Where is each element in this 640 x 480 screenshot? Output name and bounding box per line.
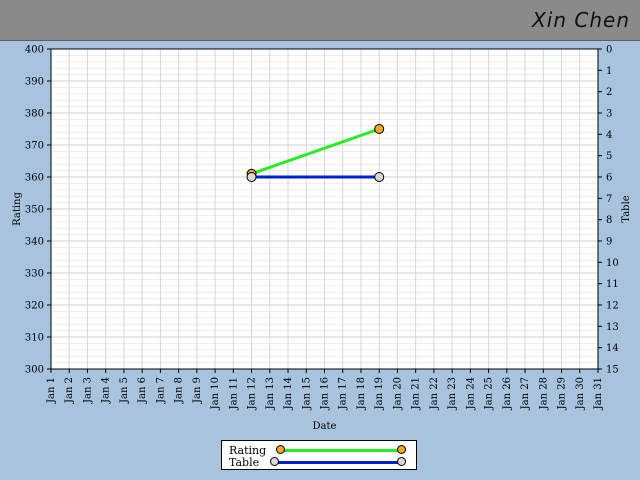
x-tick-label: Jan 13: [265, 377, 276, 410]
y-axis-title: Rating: [12, 192, 23, 226]
y-tick-label: 400: [25, 45, 44, 56]
y2-tick-label: 15: [606, 365, 619, 376]
x-tick-label: Jan 16: [320, 377, 331, 410]
x-tick-label: Jan 11: [228, 377, 239, 410]
y2-tick-label: 12: [606, 301, 619, 312]
y2-tick-label: 14: [606, 343, 619, 354]
data-point-rating: [374, 124, 385, 134]
x-tick-label: Jan 2: [64, 377, 75, 404]
y2-tick-label: 0: [606, 45, 612, 56]
y2-axis-title: Table: [621, 195, 632, 222]
x-tick-label: Jan 12: [247, 377, 258, 410]
x-tick-label: Jan 3: [82, 377, 93, 404]
y2-tick-label: 7: [606, 194, 612, 205]
x-tick-label: Jan 6: [137, 377, 148, 404]
y-tick-label: 300: [25, 365, 44, 376]
y2-tick-label: 4: [606, 130, 612, 141]
legend-line-table: [278, 461, 402, 464]
data-point-table: [374, 172, 385, 182]
x-tick-label: Jan 17: [338, 377, 349, 410]
x-tick-label: Jan 19: [374, 377, 385, 410]
x-tick-label: Jan 8: [174, 377, 185, 404]
x-tick-label: Jan 4: [101, 377, 112, 404]
rating-table-chart: 300310320330340350360370380390400 0123456…: [12, 45, 632, 433]
y-tick-label: 340: [25, 237, 44, 248]
x-tick-label: Jan 26: [502, 377, 513, 410]
x-tick-label: Jan 25: [484, 377, 495, 410]
x-tick-label: Jan 27: [520, 377, 531, 410]
y2-tick-label: 10: [606, 258, 619, 269]
x-axis-title: Date: [313, 421, 337, 432]
x-tick-label: Jan 1: [46, 377, 57, 404]
y2-tick-label: 3: [606, 109, 612, 120]
y-tick-label: 310: [25, 333, 44, 344]
legend-line-rating: [278, 449, 402, 452]
x-tick-label: Jan 15: [301, 377, 312, 410]
x-tick-label: Jan 24: [465, 377, 476, 410]
legend-marker-rating-start: [276, 445, 285, 454]
y-tick-label: 350: [25, 205, 44, 216]
y2-tick-label: 1: [606, 66, 612, 77]
y2-tick-label: 6: [606, 173, 612, 184]
y-tick-label: 330: [25, 269, 44, 280]
legend-marker-table-end: [397, 457, 406, 466]
y-tick-label: 390: [25, 77, 44, 88]
x-tick-label: Jan 22: [429, 377, 440, 410]
legend-marker-table-start: [270, 457, 279, 466]
x-tick-label: Jan 30: [575, 377, 586, 410]
y-tick-label: 360: [25, 173, 44, 184]
legend-label-table: Table: [229, 456, 260, 469]
y2-tick-label: 13: [606, 322, 619, 333]
y-tick-label: 370: [25, 141, 44, 152]
data-point-table: [246, 172, 257, 182]
x-tick-label: Jan 21: [411, 377, 422, 410]
chart-legend: Rating Table: [221, 440, 417, 470]
y2-tick-label: 8: [606, 215, 612, 226]
y2-tick-label: 11: [606, 279, 619, 290]
x-tick-label: Jan 10: [210, 377, 221, 410]
x-tick-label: Jan 28: [538, 377, 549, 410]
legend-marker-rating-end: [397, 445, 406, 454]
y-tick-label: 380: [25, 109, 44, 120]
x-tick-label: Jan 31: [593, 377, 604, 410]
x-tick-label: Jan 9: [192, 377, 203, 404]
legend-entry-table: Table: [222, 456, 416, 469]
x-tick-label: Jan 23: [447, 377, 458, 410]
x-tick-label: Jan 29: [557, 377, 568, 410]
x-tick-label: Jan 14: [283, 377, 294, 410]
y-tick-label: 320: [25, 301, 44, 312]
y2-tick-label: 9: [606, 237, 612, 248]
x-tick-label: Jan 5: [119, 377, 130, 404]
y2-tick-label: 2: [606, 87, 612, 98]
x-tick-label: Jan 20: [392, 377, 403, 410]
x-tick-label: Jan 7: [155, 377, 166, 404]
x-tick-label: Jan 18: [356, 377, 367, 410]
y2-tick-label: 5: [606, 151, 612, 162]
